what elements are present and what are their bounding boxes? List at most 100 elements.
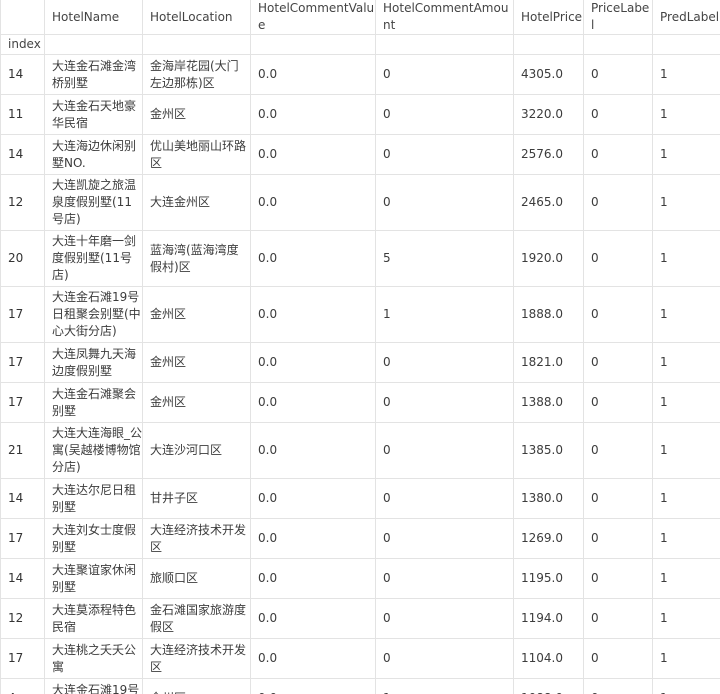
pred-label-cell: 1 (652, 558, 720, 599)
table-row: 4 大连金石滩19号聚会别墅 金州区 0.0 1 1088.0 0 1 (0, 678, 720, 694)
row-index: 17 (0, 286, 45, 343)
price-label-cell: 0 (583, 54, 653, 95)
header-hotel-price[interactable]: HotelPrice (513, 0, 584, 35)
hotel-location-cell: 金海岸花园(大门左边那栋)区 (142, 54, 251, 95)
price-label-cell: 0 (583, 478, 653, 519)
hotel-location-cell: 大连沙河口区 (142, 422, 251, 479)
comment-value-cell: 0.0 (250, 230, 376, 287)
hotel-name-cell: 大连凤舞九天海边度假别墅 (44, 342, 143, 383)
pred-label-cell: 1 (652, 678, 720, 694)
price-cell: 1388.0 (513, 382, 584, 423)
comment-value-cell: 0.0 (250, 518, 376, 559)
comment-value-cell: 0.0 (250, 54, 376, 95)
price-label-cell: 0 (583, 422, 653, 479)
header-price-label[interactable]: PriceLabel (583, 0, 653, 35)
comment-amount-cell: 0 (375, 422, 514, 479)
header-hotel-comment-value[interactable]: HotelCommentValue (250, 0, 376, 35)
comment-amount-cell: 0 (375, 174, 514, 231)
comment-value-cell: 0.0 (250, 94, 376, 135)
header-pred-label[interactable]: PredLabel (652, 0, 720, 35)
hotel-location-cell: 金州区 (142, 678, 251, 694)
comment-amount-cell: 0 (375, 478, 514, 519)
header-blank (0, 0, 45, 35)
comment-amount-cell: 0 (375, 558, 514, 599)
header-hotel-location[interactable]: HotelLocation (142, 0, 251, 35)
pred-label-cell: 1 (652, 174, 720, 231)
comment-amount-cell: 0 (375, 598, 514, 639)
price-cell: 1269.0 (513, 518, 584, 559)
hotel-location-cell: 金石滩国家旅游度假区 (142, 598, 251, 639)
hotel-name-cell: 大连金石滩金湾桥别墅 (44, 54, 143, 95)
hotel-name-cell: 大连凯旋之旅温泉度假别墅(11号店) (44, 174, 143, 231)
price-cell: 1920.0 (513, 230, 584, 287)
pred-label-cell: 1 (652, 286, 720, 343)
comment-value-cell: 0.0 (250, 558, 376, 599)
hotel-name-cell: 大连海边休闲别墅NO. (44, 134, 143, 175)
price-label-cell: 0 (583, 382, 653, 423)
price-cell: 2465.0 (513, 174, 584, 231)
table-row: 12 大连凯旋之旅温泉度假别墅(11号店) 大连金州区 0.0 0 2465.0… (0, 174, 720, 231)
hotel-name-cell: 大连桃之夭夭公寓 (44, 638, 143, 679)
comment-value-cell: 0.0 (250, 422, 376, 479)
price-cell: 4305.0 (513, 54, 584, 95)
hotel-name-cell: 大连金石天地豪华民宿 (44, 94, 143, 135)
row-index: 17 (0, 638, 45, 679)
header-hotel-comment-amount[interactable]: HotelCommentAmount (375, 0, 514, 35)
hotel-location-cell: 金州区 (142, 286, 251, 343)
comment-value-cell: 0.0 (250, 342, 376, 383)
comment-value-cell: 0.0 (250, 638, 376, 679)
table-row: 20 大连十年磨一剑度假别墅(11号店) 蓝海湾(蓝海湾度假村)区 0.0 5 … (0, 230, 720, 287)
comment-amount-cell: 5 (375, 230, 514, 287)
comment-amount-cell: 0 (375, 134, 514, 175)
price-label-cell: 0 (583, 598, 653, 639)
price-label-cell: 0 (583, 518, 653, 559)
comment-amount-cell: 0 (375, 518, 514, 559)
table-row: 17 大连凤舞九天海边度假别墅 金州区 0.0 0 1821.0 0 1 (0, 342, 720, 383)
table-row: 17 大连金石滩19号日租聚会别墅(中心大街分店) 金州区 0.0 1 1888… (0, 286, 720, 343)
pred-label-cell: 1 (652, 94, 720, 135)
price-cell: 1385.0 (513, 422, 584, 479)
row-index: 20 (0, 230, 45, 287)
index-header-row: index (0, 34, 720, 55)
comment-amount-cell: 0 (375, 342, 514, 383)
price-cell: 1104.0 (513, 638, 584, 679)
pred-label-cell: 1 (652, 478, 720, 519)
hotel-name-cell: 大连金石滩聚会别墅 (44, 382, 143, 423)
hotel-location-cell: 大连经济技术开发区 (142, 638, 251, 679)
hotel-location-cell: 金州区 (142, 342, 251, 383)
table-row: 11 大连金石天地豪华民宿 金州区 0.0 0 3220.0 0 1 (0, 94, 720, 135)
comment-amount-cell: 0 (375, 638, 514, 679)
comment-value-cell: 0.0 (250, 678, 376, 694)
row-index: 14 (0, 134, 45, 175)
hotel-name-cell: 大连金石滩19号日租聚会别墅(中心大街分店) (44, 286, 143, 343)
pred-label-cell: 1 (652, 134, 720, 175)
hotel-name-cell: 大连刘女士度假别墅 (44, 518, 143, 559)
row-index: 14 (0, 558, 45, 599)
hotel-location-cell: 优山美地丽山环路区 (142, 134, 251, 175)
hotel-location-cell: 金州区 (142, 382, 251, 423)
hotel-name-cell: 大连达尔尼日租别墅 (44, 478, 143, 519)
hotel-location-cell: 旅顺口区 (142, 558, 251, 599)
row-index: 12 (0, 598, 45, 639)
hotel-location-cell: 大连经济技术开发区 (142, 518, 251, 559)
table-row: 17 大连桃之夭夭公寓 大连经济技术开发区 0.0 0 1104.0 0 1 (0, 638, 720, 679)
price-cell: 1194.0 (513, 598, 584, 639)
column-header-row: HotelName HotelLocation HotelCommentValu… (0, 0, 720, 35)
pred-label-cell: 1 (652, 422, 720, 479)
pred-label-cell: 1 (652, 518, 720, 559)
hotel-location-cell: 甘井子区 (142, 478, 251, 519)
index-header: index (0, 34, 45, 55)
comment-value-cell: 0.0 (250, 286, 376, 343)
pred-label-cell: 1 (652, 638, 720, 679)
hotel-name-cell: 大连十年磨一剑度假别墅(11号店) (44, 230, 143, 287)
table-row: 14 大连海边休闲别墅NO. 优山美地丽山环路区 0.0 0 2576.0 0 … (0, 134, 720, 175)
price-cell: 3220.0 (513, 94, 584, 135)
row-index: 12 (0, 174, 45, 231)
price-label-cell: 0 (583, 638, 653, 679)
pred-label-cell: 1 (652, 54, 720, 95)
comment-amount-cell: 0 (375, 54, 514, 95)
comment-amount-cell: 1 (375, 286, 514, 343)
price-label-cell: 0 (583, 678, 653, 694)
header-hotel-name[interactable]: HotelName (44, 0, 143, 35)
row-index: 14 (0, 54, 45, 95)
